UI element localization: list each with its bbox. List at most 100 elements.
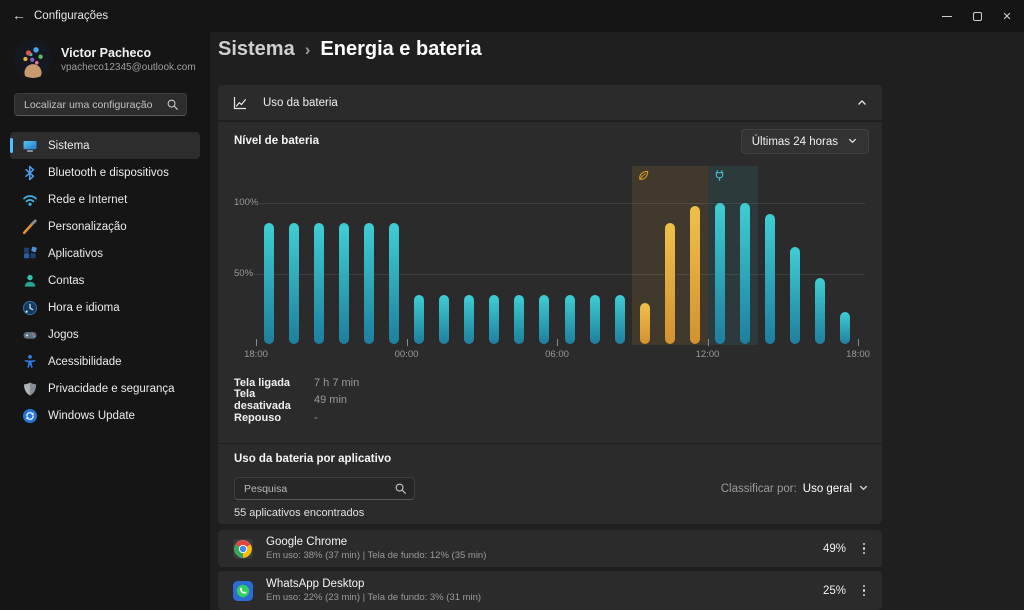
app-texts: Google ChromeEm uso: 38% (37 min) | Tela…: [266, 536, 486, 561]
chart-bar: [314, 223, 324, 344]
sort-dropdown[interactable]: Classificar por: Uso geral: [721, 482, 869, 496]
breadcrumb-parent[interactable]: Sistema: [218, 38, 295, 60]
more-options-button[interactable]: [856, 543, 872, 555]
sort-value: Uso geral: [803, 483, 852, 495]
search-icon: [166, 98, 179, 111]
time-range-value: Últimas 24 horas: [752, 136, 838, 148]
wifi-icon: [22, 192, 38, 208]
sidebar-item-label: Windows Update: [48, 410, 135, 422]
sidebar-item-person[interactable]: Contas: [10, 267, 200, 294]
app-search-input[interactable]: [235, 483, 394, 495]
sidebar-item-bluetooth[interactable]: Bluetooth e dispositivos: [10, 159, 200, 186]
sidebar: Victor Pacheco vpacheco12345@outlook.com…: [0, 32, 210, 610]
main-content: Sistema › Energia e bateria Uso da bateria…: [210, 32, 1024, 610]
sidebar-item-label: Acessibilidade: [48, 356, 122, 368]
chart-bar: [715, 203, 725, 344]
close-icon: ✕: [1002, 10, 1011, 23]
stat-row: Repouso-: [234, 409, 359, 427]
page-title: Energia e bateria: [320, 38, 481, 60]
chart-bar: [590, 295, 600, 344]
stat-row: Tela desativada49 min: [234, 392, 359, 410]
chart-bar: [765, 214, 775, 344]
sidebar-item-label: Bluetooth e dispositivos: [48, 167, 169, 179]
maximize-button[interactable]: [962, 0, 992, 32]
apps-count: 55 aplicativos encontrados: [234, 507, 364, 519]
apps-section-title: Uso da bateria por aplicativo: [234, 453, 391, 465]
app-texts: WhatsApp DesktopEm uso: 22% (23 min) | T…: [266, 578, 481, 603]
chart-bar: [539, 295, 549, 344]
sidebar-item-apps[interactable]: Aplicativos: [10, 240, 200, 267]
chart-bar: [264, 223, 274, 344]
x-axis-tick: [407, 339, 408, 346]
x-axis-label: 12:00: [691, 349, 725, 360]
settings-search: [14, 93, 187, 116]
chart-bar: [790, 247, 800, 344]
app-search: [234, 477, 415, 500]
more-options-button[interactable]: [856, 585, 872, 597]
sidebar-item-brush[interactable]: Personalização: [10, 213, 200, 240]
time-range-dropdown[interactable]: Últimas 24 horas: [741, 129, 869, 154]
user-name: Victor Pacheco: [61, 46, 196, 60]
minimize-button[interactable]: [932, 0, 962, 32]
sidebar-item-label: Rede e Internet: [48, 194, 127, 206]
sidebar-item-label: Sistema: [48, 140, 90, 152]
update-icon: [22, 408, 38, 424]
chart-bar: [489, 295, 499, 344]
chevron-down-icon: [858, 482, 869, 496]
breadcrumb: Sistema › Energia e bateria: [218, 38, 482, 61]
gamepad-icon: [22, 327, 38, 343]
sort-label: Classificar por:: [721, 483, 797, 495]
window-title: Configurações: [34, 0, 108, 32]
stat-label: Tela ligada: [234, 377, 314, 389]
account-card[interactable]: Victor Pacheco vpacheco12345@outlook.com: [14, 40, 196, 78]
app-name: WhatsApp Desktop: [266, 578, 481, 590]
x-axis-tick: [708, 339, 709, 346]
sidebar-item-label: Privacidade e segurança: [48, 383, 175, 395]
sidebar-item-clock[interactable]: Hora e idioma: [10, 294, 200, 321]
chart-bar: [439, 295, 449, 344]
stat-value: 49 min: [314, 394, 347, 406]
window-controls: ✕: [932, 0, 1022, 32]
settings-search-input[interactable]: [15, 99, 166, 111]
sidebar-item-label: Jogos: [48, 329, 79, 341]
person-icon: [22, 273, 38, 289]
brush-icon: [22, 219, 38, 235]
leaf-icon: [637, 169, 650, 187]
chevron-down-icon: [847, 135, 858, 149]
sidebar-item-label: Hora e idioma: [48, 302, 120, 314]
back-button[interactable]: ←: [12, 0, 26, 32]
chart-bar: [840, 312, 850, 344]
sidebar-item-accessibility[interactable]: Acessibilidade: [10, 348, 200, 375]
x-axis-tick: [858, 339, 859, 346]
chart-bar: [815, 278, 825, 344]
chevron-up-icon[interactable]: [856, 97, 868, 109]
search-icon: [394, 482, 407, 495]
breadcrumb-separator: ›: [305, 40, 311, 59]
chart-bar: [514, 295, 524, 344]
app-usage-detail: Em uso: 38% (37 min) | Tela de fundo: 12…: [266, 550, 486, 561]
whatsapp-logo-icon: [233, 581, 253, 601]
sidebar-item-shield[interactable]: Privacidade e segurança: [10, 375, 200, 402]
battery-level-chart: 100%50%18:0000:0006:0012:0018:00: [234, 161, 866, 373]
clock-icon: [22, 300, 38, 316]
chart-bar: [289, 223, 299, 344]
sidebar-item-monitor[interactable]: Sistema: [10, 132, 200, 159]
screen-time-stats: Tela ligada7 h 7 minTela desativada49 mi…: [234, 374, 359, 427]
avatar: [14, 40, 52, 78]
chart-bar: [565, 295, 575, 344]
x-axis-label: 06:00: [540, 349, 574, 360]
stat-value: 7 h 7 min: [314, 377, 359, 389]
minimize-icon: [942, 16, 952, 17]
chart-bar: [339, 223, 349, 344]
chart-bar: [364, 223, 374, 344]
apps-icon: [22, 246, 38, 262]
bluetooth-icon: [22, 165, 38, 181]
sidebar-item-wifi[interactable]: Rede e Internet: [10, 186, 200, 213]
sidebar-item-gamepad[interactable]: Jogos: [10, 321, 200, 348]
battery-usage-expander[interactable]: Uso da bateria: [218, 85, 882, 121]
sidebar-item-update[interactable]: Windows Update: [10, 402, 200, 429]
close-button[interactable]: ✕: [992, 0, 1022, 32]
stat-label: Tela desativada: [234, 388, 314, 412]
chart-bar: [615, 295, 625, 344]
shield-icon: [22, 381, 38, 397]
